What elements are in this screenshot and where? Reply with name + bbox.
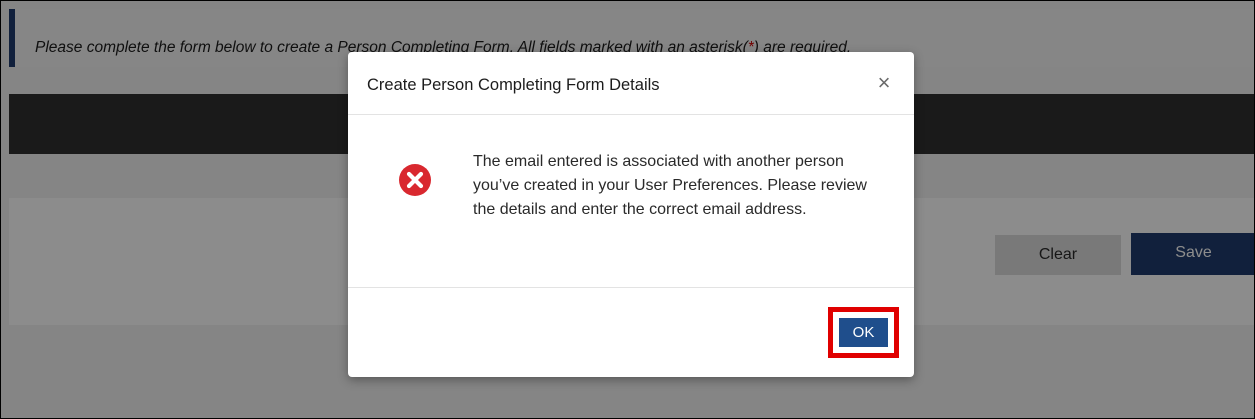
close-icon[interactable]: × xyxy=(872,69,896,97)
error-message: The email entered is associated with ano… xyxy=(473,153,867,218)
error-icon xyxy=(399,164,431,196)
dialog-header: Create Person Completing Form Details × xyxy=(348,52,914,115)
dialog-title: Create Person Completing Form Details xyxy=(367,76,660,94)
ok-button[interactable]: OK xyxy=(839,318,888,347)
ok-button-highlight: OK xyxy=(828,307,899,358)
error-dialog: Create Person Completing Form Details × … xyxy=(348,52,914,377)
dialog-body: The email entered is associated with ano… xyxy=(348,115,914,287)
dialog-footer: OK xyxy=(348,287,914,377)
